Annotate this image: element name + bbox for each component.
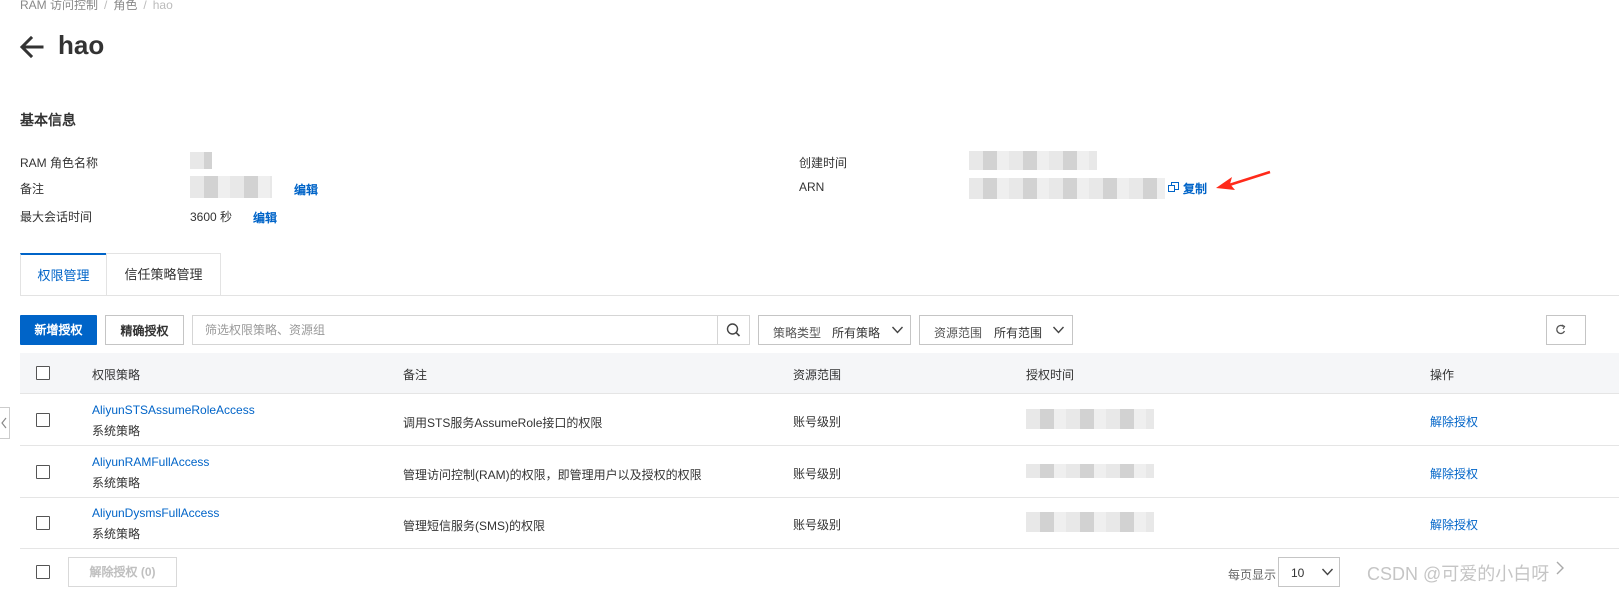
column-header-scope: 资源范围: [793, 368, 842, 382]
row-checkbox[interactable]: [36, 516, 50, 530]
precise-grant-button[interactable]: 精确授权: [105, 315, 184, 345]
arn-label: ARN: [799, 180, 825, 194]
table-row: AliyunSTSAssumeRoleAccess 系统策略 调用STS服务As…: [20, 394, 1619, 446]
page-title: hao: [58, 30, 105, 60]
search-input[interactable]: [193, 316, 717, 344]
chevron-right-icon[interactable]: [1555, 560, 1565, 581]
section-title-basic-info: 基本信息: [20, 112, 76, 128]
role-name-value-redacted: [190, 152, 212, 169]
policy-type-value: 所有策略: [832, 326, 881, 340]
column-header-policy: 权限策略: [92, 368, 141, 382]
table-row: AliyunRAMFullAccess 系统策略 管理访问控制(RAM)的权限，…: [20, 446, 1619, 498]
grant-time-redacted: [1026, 512, 1154, 532]
column-header-note: 备注: [403, 368, 428, 382]
row-checkbox[interactable]: [36, 465, 50, 479]
revoke-link[interactable]: 解除授权: [1430, 516, 1478, 533]
resource-scope-label: 资源范围: [934, 326, 983, 340]
policy-type-text: 系统策略: [92, 527, 141, 541]
policy-type-select[interactable]: 策略类型 所有策略: [758, 315, 911, 345]
bulk-revoke-button[interactable]: 解除授权 (0): [68, 557, 177, 587]
policy-scope: 账号级别: [793, 415, 842, 429]
chevron-left-icon: [1, 417, 7, 429]
created-time-label: 创建时间: [799, 156, 848, 170]
annotation-arrow-icon: [1212, 168, 1274, 194]
sidebar-collapse-handle[interactable]: [0, 407, 10, 439]
table-header: 权限策略 备注 资源范围 授权时间 操作: [20, 353, 1619, 394]
breadcrumb-item-ram[interactable]: RAM 访问控制: [20, 0, 98, 12]
chevron-down-icon: [891, 326, 904, 334]
new-grant-button[interactable]: 新增授权: [20, 315, 97, 345]
policy-name-link[interactable]: AliyunDysmsFullAccess: [92, 506, 219, 520]
policy-scope: 账号级别: [793, 518, 842, 532]
grant-time-redacted: [1026, 464, 1154, 478]
policy-name-link[interactable]: AliyunSTSAssumeRoleAccess: [92, 403, 255, 417]
resource-scope-value: 所有范围: [994, 326, 1043, 340]
tab-trust-policy-management[interactable]: 信任策略管理: [106, 253, 221, 295]
page-size-select[interactable]: 10: [1278, 557, 1340, 587]
max-session-value: 3600 秒: [190, 210, 233, 224]
breadcrumb-current: hao: [152, 0, 173, 12]
tab-permission-management[interactable]: 权限管理: [20, 253, 107, 296]
policy-note: 管理访问控制(RAM)的权限，即管理用户以及授权的权限: [403, 468, 702, 482]
arn-value-redacted: [969, 178, 1165, 199]
column-header-grant-time: 授权时间: [1026, 368, 1075, 382]
resource-scope-select[interactable]: 资源范围 所有范围: [919, 315, 1073, 345]
tab-divider: [20, 295, 1619, 296]
breadcrumb-item-roles[interactable]: 角色: [113, 0, 137, 12]
refresh-icon[interactable]: [1546, 315, 1586, 345]
policy-note: 调用STS服务AssumeRole接口的权限: [403, 416, 603, 430]
created-time-value-redacted: [969, 151, 1097, 170]
policy-note: 管理短信服务(SMS)的权限: [403, 519, 545, 533]
back-arrow-icon[interactable]: [18, 33, 46, 61]
revoke-link[interactable]: 解除授权: [1430, 413, 1478, 430]
breadcrumb: RAM 访问控制 / 角色 / hao: [20, 0, 173, 13]
page-size-value: 10: [1291, 566, 1305, 580]
breadcrumb-separator: /: [143, 0, 147, 12]
policy-type-text: 系统策略: [92, 424, 141, 438]
chevron-down-icon: [1321, 568, 1334, 576]
revoke-link[interactable]: 解除授权: [1430, 465, 1478, 482]
watermark: CSDN @可爱的小白呀: [1367, 564, 1550, 584]
note-value-redacted: [190, 176, 272, 198]
select-all-checkbox[interactable]: [36, 366, 50, 380]
max-session-edit-link[interactable]: 编辑: [253, 209, 277, 226]
copy-icon[interactable]: [1168, 182, 1179, 193]
arn-copy-link[interactable]: 复制: [1183, 180, 1207, 197]
column-header-actions: 操作: [1430, 368, 1455, 382]
chevron-down-icon: [1052, 326, 1065, 334]
policy-name-link[interactable]: AliyunRAMFullAccess: [92, 455, 209, 469]
table-row: AliyunDysmsFullAccess 系统策略 管理短信服务(SMS)的权…: [20, 497, 1619, 549]
grant-time-redacted: [1026, 409, 1154, 429]
row-checkbox[interactable]: [36, 413, 50, 427]
note-label: 备注: [20, 182, 45, 196]
search-icon[interactable]: [717, 316, 749, 344]
breadcrumb-separator: /: [104, 0, 108, 12]
search-box: [192, 315, 750, 345]
page-size-label: 每页显示: [1228, 568, 1277, 582]
note-edit-link[interactable]: 编辑: [294, 181, 318, 198]
max-session-label: 最大会话时间: [20, 210, 93, 224]
role-name-label: RAM 角色名称: [20, 156, 99, 170]
footer-select-all-checkbox[interactable]: [36, 565, 50, 579]
policy-scope: 账号级别: [793, 467, 842, 481]
policy-type-text: 系统策略: [92, 476, 141, 490]
policy-type-label: 策略类型: [773, 326, 822, 340]
